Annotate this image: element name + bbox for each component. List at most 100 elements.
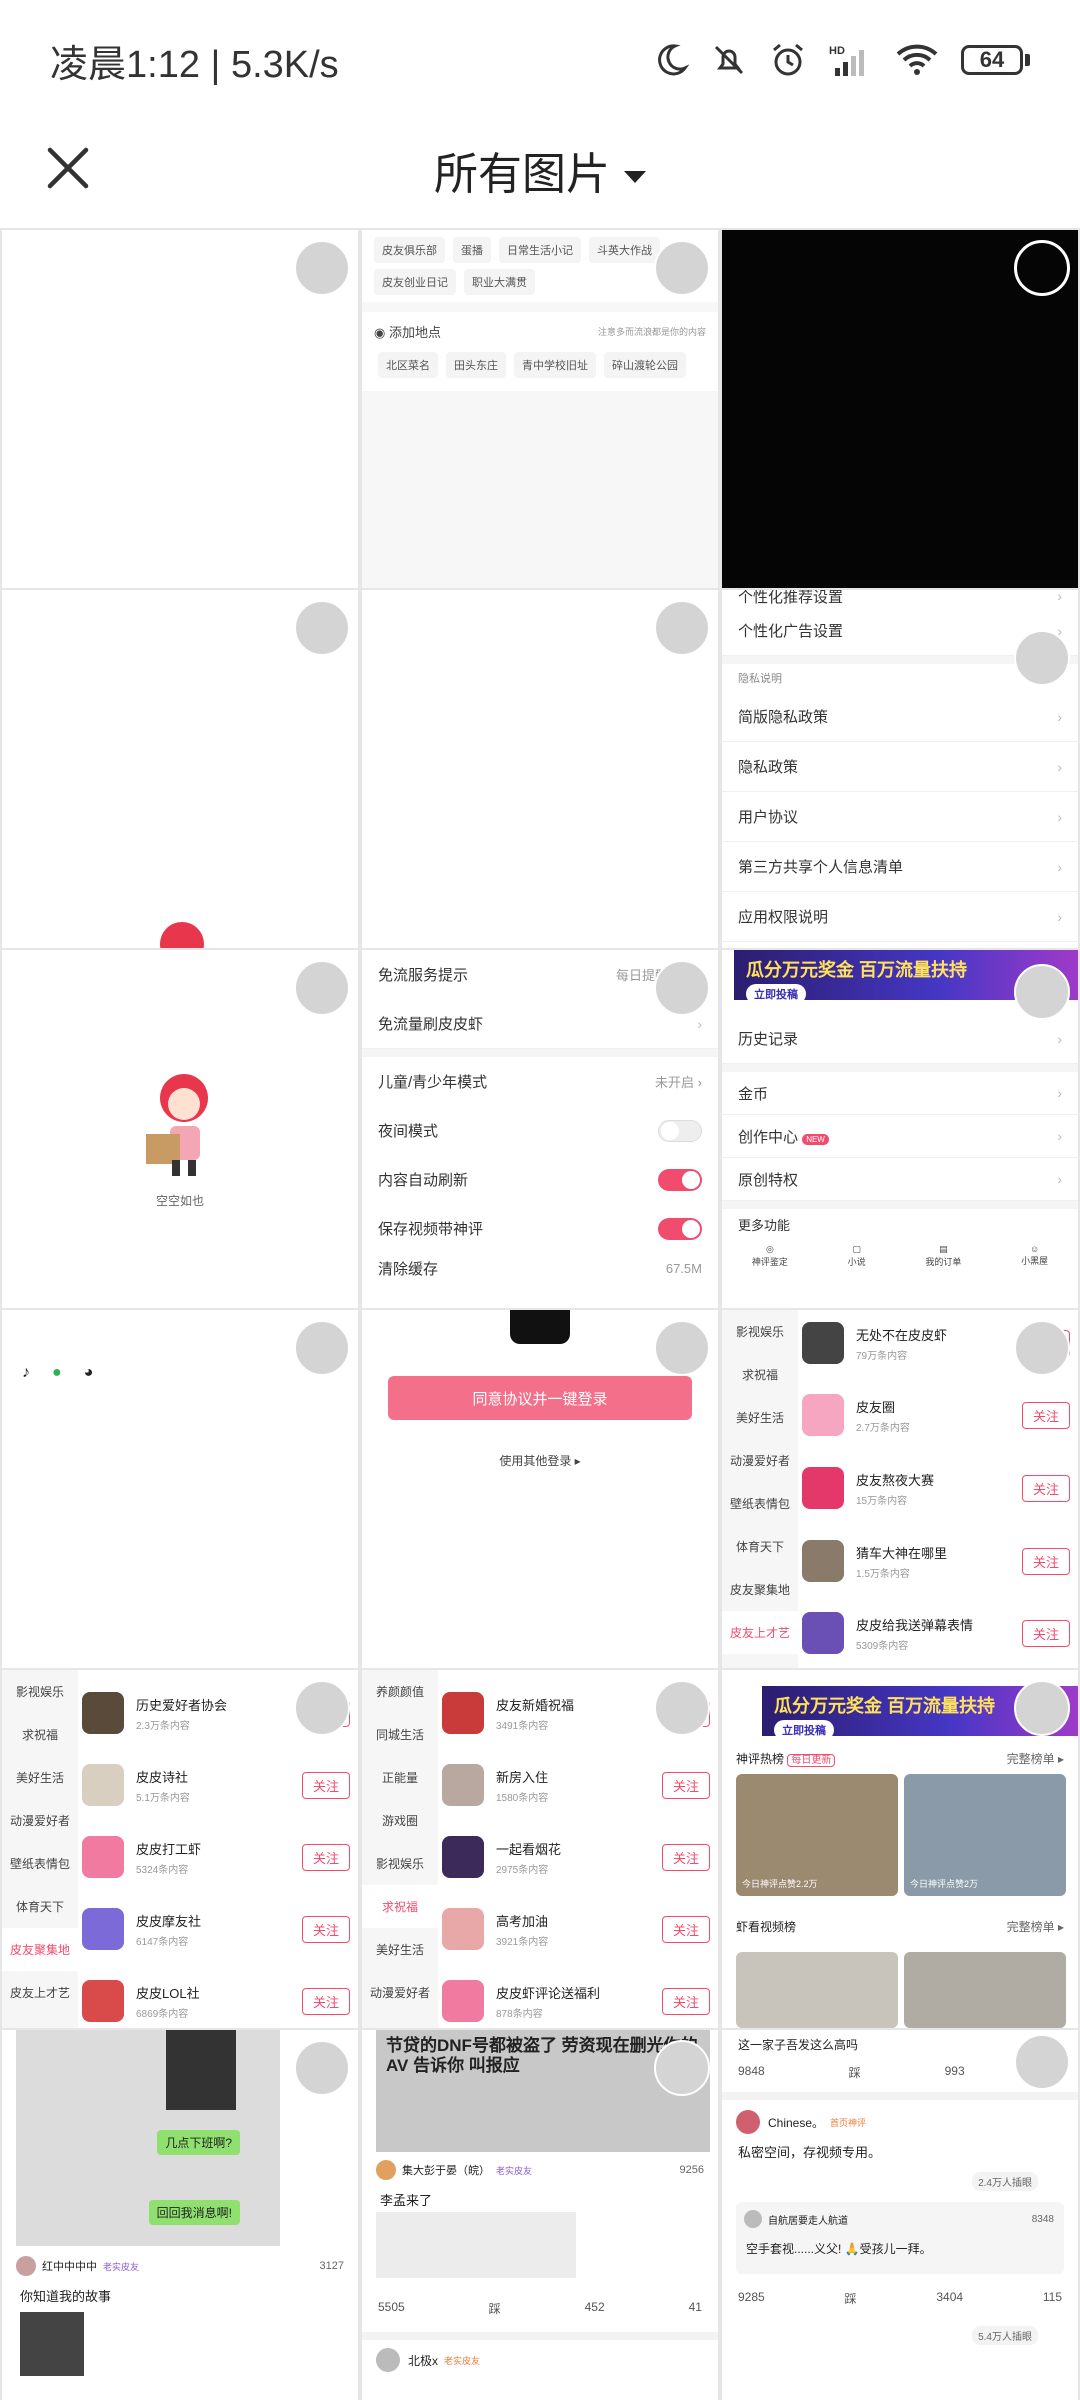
- settings-label: 保存视频带神评: [378, 1221, 484, 1238]
- status-bar: 凌晨1:12 | 5.3K/s HD 64: [0, 0, 1080, 120]
- topic-count: 1.5万条内容: [856, 1568, 910, 1580]
- select-circle[interactable]: [654, 1320, 710, 1376]
- image-thumbnail[interactable]: [362, 590, 718, 948]
- image-thumbnail[interactable]: [2, 590, 358, 948]
- select-circle[interactable]: [1014, 240, 1070, 296]
- select-circle[interactable]: [294, 2040, 350, 2096]
- hot-thumb: 今日神评点赞2.2万: [736, 1774, 898, 1896]
- user-badge: 老实皮友: [103, 2261, 140, 2272]
- image-thumbnail[interactable]: 影视娱乐 求祝福 美好生活 动漫爱好者 壁纸表情包 体育天下 皮友聚集地 皮友上…: [722, 1310, 1078, 1668]
- select-circle[interactable]: [654, 240, 710, 296]
- alarm-icon: [773, 43, 803, 76]
- image-thumbnail[interactable]: [2, 230, 358, 588]
- select-circle[interactable]: [294, 960, 350, 1016]
- image-thumbnail[interactable]: 节贷的DNF号都被盗了 劳资现在删光你的AV 告诉你 叫报应 集大彭于晏（皖） …: [362, 2030, 718, 2400]
- category-item: 皮友上才艺: [9, 1986, 70, 2000]
- category-item: 动漫爱好者: [9, 1814, 70, 1828]
- image-thumbnail[interactable]: 免流服务提示每日提醒一次 › 免流量刷皮皮虾› 儿童/青少年模式未开启 › 夜间…: [362, 950, 718, 1308]
- settings-row: 用户协议: [738, 809, 799, 826]
- select-circle[interactable]: [654, 1680, 710, 1736]
- location-pin-icon: ◉: [374, 325, 386, 340]
- category-item: 美好生活: [735, 1411, 784, 1425]
- location-note: 注意多而流浪都是你的内容: [597, 327, 706, 337]
- image-thumbnail[interactable]: 空空如也: [2, 950, 358, 1308]
- image-thumbnail[interactable]: 几点下班啊? 回回我消息啊! 红中中中中 老实皮友 3127 你知道我的故事: [2, 2030, 358, 2400]
- select-circle[interactable]: [1014, 630, 1070, 686]
- image-thumbnail[interactable]: 瓜分万元奖金 百万流量扶持 立即投稿 神评热榜 每日更新 完整榜单 ▸ 今日神评…: [722, 1670, 1078, 2028]
- category-item: 皮友上才艺: [722, 1611, 798, 1654]
- topic-count: 79万条内容: [856, 1350, 908, 1362]
- list-item: 皮皮摩友社 6147条内容 关注: [82, 1906, 350, 1952]
- topic-name: 皮友新婚祝福: [496, 1697, 575, 1713]
- chat-bubble: 几点下班啊?: [157, 2130, 240, 2155]
- moon-icon: [658, 44, 689, 76]
- feature-label: 小黑屋: [1021, 1256, 1049, 1266]
- category-item: 影视娱乐: [375, 1857, 424, 1871]
- category-item: 正能量: [381, 1771, 418, 1785]
- category-item: 体育天下: [15, 1900, 64, 1914]
- select-circle[interactable]: [1014, 1680, 1070, 1736]
- topic-name: 高考加油: [496, 1913, 549, 1929]
- image-thumbnail[interactable]: 皮友俱乐部 蛋播 日常生活小记 斗英大作战 皮友创业日记 职业大满贯 ◉ 添加地点 注意…: [362, 230, 718, 588]
- list-item: 皮皮LOL社 6869条内容 关注: [82, 1978, 350, 2024]
- menu-row: 创作中心: [738, 1128, 799, 1146]
- comment-image: [376, 2212, 576, 2278]
- image-thumbnail[interactable]: 影视娱乐 求祝福 美好生活 动漫爱好者 壁纸表情包 体育天下 皮友聚集地 皮友上…: [2, 1670, 358, 2028]
- image-thumbnail[interactable]: 养颜颜值 同城生活 正能量 游戏圈 影视娱乐 求祝福 美好生活 动漫爱好者 皮友…: [362, 1670, 718, 2028]
- tag: 斗英大作战: [589, 237, 660, 263]
- like-count: 9285: [738, 2290, 765, 2304]
- topic-count: 15万条内容: [856, 1495, 908, 1507]
- album-selector[interactable]: 所有图片: [0, 138, 1080, 202]
- image-thumbnail[interactable]: 这一家子吾发这么高吗 9848 踩 993 67 Chinese。 首页神评 私…: [722, 2030, 1078, 2400]
- select-circle[interactable]: [294, 600, 350, 656]
- image-thumbnail[interactable]: ♪ ● ◕: [2, 1310, 358, 1668]
- night-mode-toggle[interactable]: [658, 1119, 702, 1142]
- meme-image: 节贷的DNF号都被盗了 劳资现在删光你的AV 告诉你 叫报应: [376, 2030, 710, 2152]
- select-circle[interactable]: [654, 960, 710, 1016]
- image-thumbnail[interactable]: 瓜分万元奖金 百万流量扶持 立即投稿 历史记录 › 金币 › 创作中心 NEW › 原…: [722, 950, 1078, 1308]
- select-circle[interactable]: [1014, 2034, 1070, 2090]
- image-thumbnail[interactable]: 同意协议并一键登录 使用其他登录 ▸: [362, 1310, 718, 1668]
- dislike-label: 踩: [844, 2292, 857, 2306]
- select-circle[interactable]: [1014, 1320, 1070, 1376]
- tag: 职业大满贯: [464, 269, 535, 295]
- comment-count: 452: [584, 2300, 605, 2314]
- user-badge: 老实皮友: [444, 2355, 481, 2366]
- svg-text:HD: HD: [829, 45, 845, 57]
- select-circle[interactable]: [294, 240, 350, 296]
- image-thumbnail[interactable]: 个性化推荐设置 › 个性化广告设置 › 隐私说明 简版隐私政策 › 隐私政策 › 用户协…: [722, 590, 1078, 948]
- select-circle[interactable]: [654, 600, 710, 656]
- follow-button: 关注: [1021, 1547, 1070, 1575]
- menu-row: 原创特权: [738, 1171, 799, 1189]
- location-tag: 田头东庄: [446, 352, 506, 378]
- feature-label: 我的订单: [925, 1257, 962, 1267]
- topic-name: 猜车大神在哪里: [856, 1545, 948, 1561]
- location-tag: 北区菜名: [378, 352, 438, 378]
- select-circle[interactable]: [294, 1680, 350, 1736]
- category-item: 壁纸表情包: [9, 1857, 70, 1871]
- topic-name: 历史爱好者协会: [136, 1697, 228, 1713]
- category-item: 壁纸表情包: [729, 1497, 790, 1511]
- list-item: 猜车大神在哪里 1.5万条内容 关注: [802, 1538, 1070, 1584]
- follow-button: 关注: [301, 1915, 350, 1943]
- list-item: 皮皮虾评论送福利 878条内容 关注: [442, 1978, 710, 2024]
- tag: 日常生活小记: [499, 237, 581, 263]
- settings-label: 免流服务提示: [378, 967, 469, 984]
- list-item: 高考加油 3921条内容 关注: [442, 1906, 710, 1952]
- category-column: 养颜颜值 同城生活 正能量 游戏圈 影视娱乐 求祝福 美好生活 动漫爱好者: [362, 1670, 438, 2028]
- like-count: 9848: [738, 2064, 765, 2078]
- select-circle[interactable]: [1014, 964, 1070, 1020]
- post-user: Chinese。: [768, 2115, 825, 2130]
- share-count: 115: [1042, 2290, 1062, 2304]
- select-circle[interactable]: [654, 2040, 710, 2096]
- auto-refresh-toggle[interactable]: [658, 1168, 702, 1191]
- topic-name: 皮皮诗社: [136, 1769, 189, 1785]
- follow-button: 关注: [1021, 1619, 1070, 1647]
- follow-button: 关注: [1021, 1474, 1070, 1502]
- list-item: 新房入住 1580条内容 关注: [442, 1762, 710, 1808]
- image-thumbnail[interactable]: [722, 230, 1078, 588]
- share-count: 41: [688, 2300, 702, 2314]
- save-comment-toggle[interactable]: [658, 1217, 702, 1240]
- post-user: 北极x: [408, 2353, 439, 2368]
- select-circle[interactable]: [294, 1320, 350, 1376]
